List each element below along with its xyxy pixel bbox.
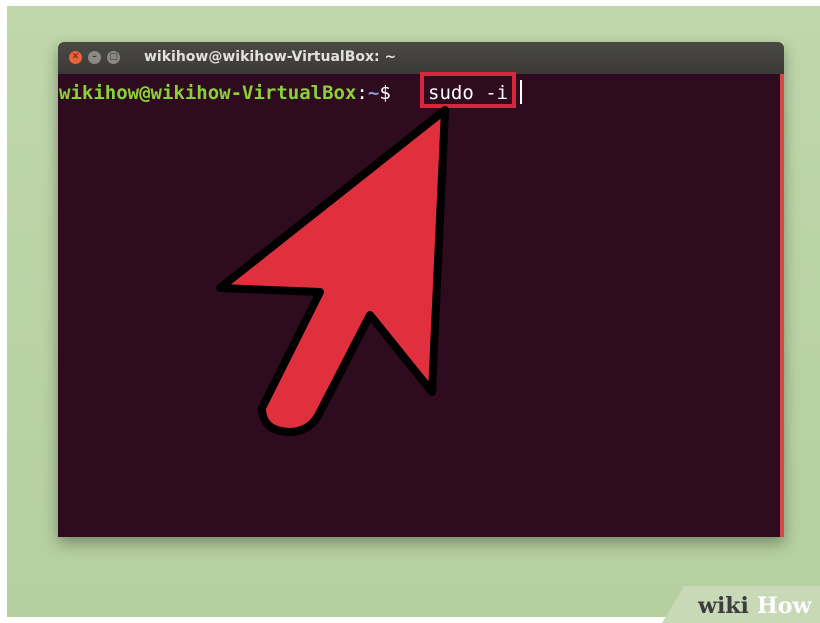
watermark-how: How xyxy=(757,593,812,619)
screenshot-stage: ✕ – □ wikihow@wikihow-VirtualBox: ~ wiki… xyxy=(0,0,820,623)
arrow-shape xyxy=(216,106,449,436)
watermark-wiki: wiki xyxy=(698,593,749,619)
pointer-arrow-icon xyxy=(216,106,449,436)
